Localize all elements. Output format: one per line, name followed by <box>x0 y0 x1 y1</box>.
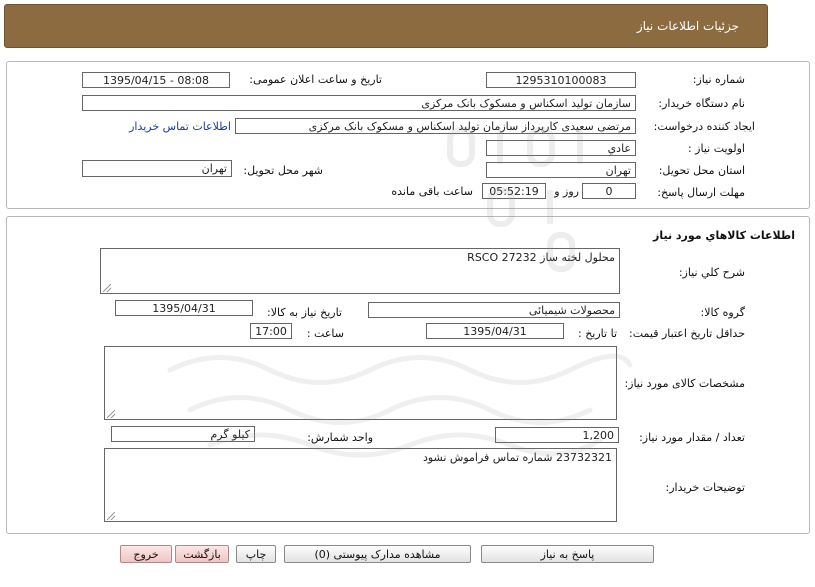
hour-label: ساعت : <box>306 327 344 340</box>
watermark-pattern-icon <box>447 127 583 272</box>
need-number-label: شماره نیاز: <box>692 73 745 86</box>
goods-group-label: گروه کالا: <box>700 306 745 319</box>
delivery-province-label: استان محل تحویل: <box>658 164 745 177</box>
delivery-city-label: شهر محل تحویل: <box>243 164 323 177</box>
need-description-label: شرح کلي نياز: <box>678 266 745 279</box>
delivery-city-field: تهران <box>82 160 232 177</box>
until-date-field: 1395/04/31 <box>426 323 564 339</box>
hour-field: 17:00 <box>250 323 292 339</box>
buyer-notes-label: توضیحات خریدار: <box>665 481 746 494</box>
min-price-validity-label: حداقل تاریخ اعتبار قیمت: <box>629 327 745 340</box>
resize-grip-icon[interactable] <box>107 512 115 520</box>
print-button[interactable]: چاپ <box>236 545 276 563</box>
announce-date-label: تاریخ و ساعت اعلان عمومی: <box>249 73 382 86</box>
resize-grip-icon[interactable] <box>103 284 111 292</box>
request-creator-label: ایجاد کننده درخواست: <box>653 120 755 133</box>
goods-spec-label: مشخصات کالای مورد نیاز: <box>624 377 745 390</box>
view-attachments-button[interactable]: مشاهده مدارک پیوستی (0) <box>284 545 471 563</box>
deadline-label: مهلت ارسال پاسخ: <box>657 186 745 199</box>
resize-grip-icon[interactable] <box>107 410 115 418</box>
buyer-name-field: سازمان تولید اسکناس و مسکوک بانک مرکزی <box>82 95 636 111</box>
need-date-field: 1395/04/31 <box>115 300 253 316</box>
page-header: جزئیات اطلاعات نیاز <box>4 4 768 48</box>
need-date-label: تاریخ نیاز به کالا: <box>267 306 342 319</box>
back-button[interactable]: بازگشت <box>175 545 229 563</box>
goods-section-title: اطلاعات کالاهاي مورد نياز <box>653 229 795 242</box>
buyer-name-label: نام دستگاه خریدار: <box>658 97 745 110</box>
exit-button[interactable]: خروج <box>120 545 172 563</box>
until-date-label: تا تاریخ : <box>578 327 617 340</box>
priority-label: اولویت نیاز : <box>687 142 745 155</box>
need-number-field: 1295310100083 <box>486 72 636 88</box>
goods-group-field: محصولات شیمیائی <box>368 302 620 318</box>
quantity-label: تعداد / مقدار مورد نیاز: <box>639 431 745 444</box>
buyer-contact-link[interactable]: اطلاعات تماس خریدار <box>129 120 231 133</box>
watermark-script-icon <box>167 353 633 458</box>
announce-date-field: 1395/04/15 - 08:08 <box>82 72 230 88</box>
page-title: جزئیات اطلاعات نیاز <box>636 19 739 33</box>
reply-to-need-button[interactable]: پاسخ به نیاز <box>481 545 654 563</box>
